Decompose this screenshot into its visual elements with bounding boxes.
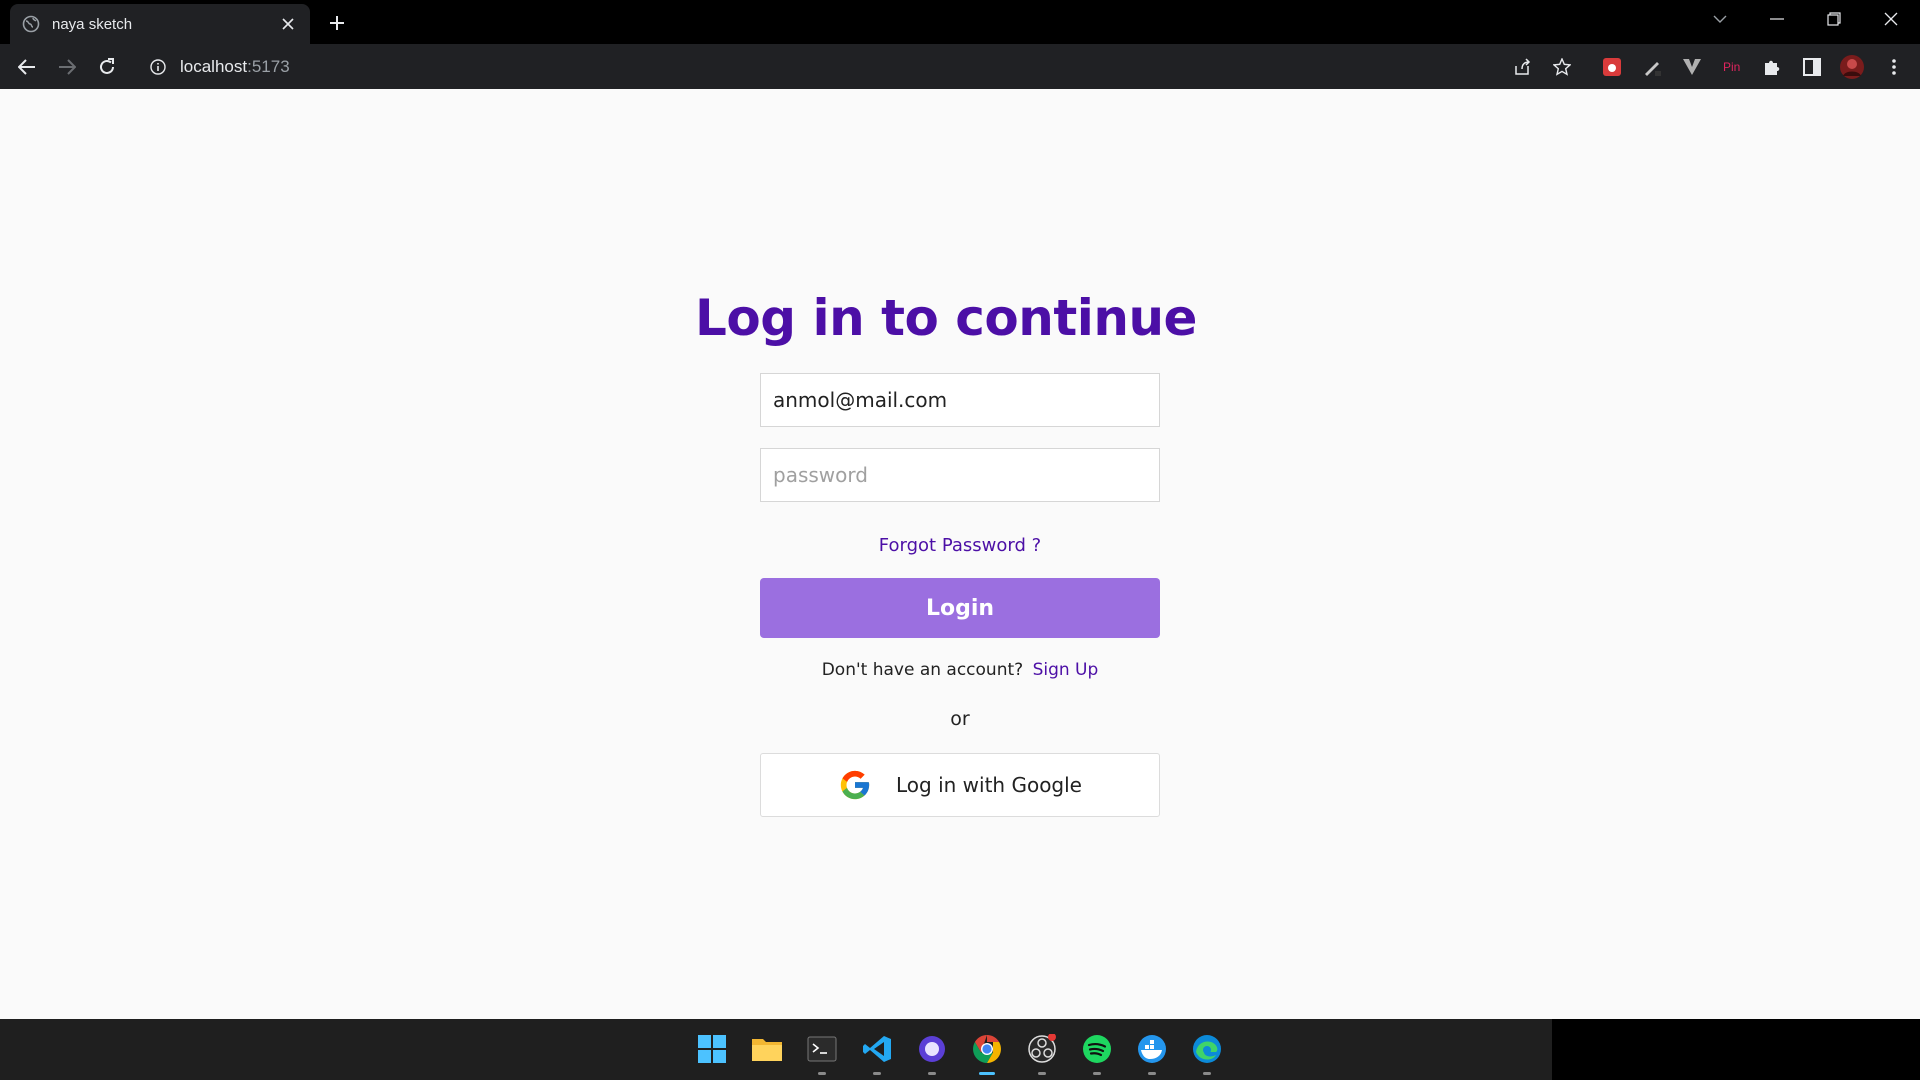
side-panel-icon[interactable] bbox=[1798, 53, 1826, 81]
address-bar[interactable]: localhost:5173 bbox=[140, 50, 1575, 83]
pen-extension-icon[interactable] bbox=[1638, 53, 1666, 81]
extension-red-icon[interactable] bbox=[1598, 53, 1626, 81]
page-viewport: Log in to continue Forgot Password ? Log… bbox=[0, 89, 1920, 1019]
pinterest-extension-icon[interactable]: Pin bbox=[1718, 53, 1746, 81]
tab-search-icon[interactable] bbox=[1705, 6, 1735, 32]
signup-prompt: Don't have an account? Sign Up bbox=[0, 660, 1920, 680]
no-account-text: Don't have an account? bbox=[821, 660, 1024, 680]
tab-title: naya sketch bbox=[52, 15, 133, 33]
password-field[interactable] bbox=[760, 448, 1160, 502]
docker-icon[interactable] bbox=[1132, 1029, 1172, 1075]
forgot-password-link[interactable]: Forgot Password ? bbox=[0, 535, 1920, 556]
puzzle-icon[interactable] bbox=[1758, 53, 1786, 81]
forward-icon[interactable] bbox=[52, 52, 82, 82]
bookmark-star-icon[interactable] bbox=[1548, 53, 1576, 81]
browser-app-icon[interactable] bbox=[912, 1029, 952, 1075]
browser-toolbar: localhost:5173 Pin bbox=[0, 44, 1920, 89]
share-icon[interactable] bbox=[1508, 53, 1536, 81]
close-window-icon[interactable] bbox=[1876, 6, 1906, 32]
new-tab-icon[interactable] bbox=[324, 10, 350, 36]
v-extension-icon[interactable] bbox=[1678, 53, 1706, 81]
restore-icon[interactable] bbox=[1819, 6, 1849, 32]
vscode-icon[interactable] bbox=[857, 1029, 897, 1075]
google-login-label: Log in with Google bbox=[896, 773, 1082, 797]
or-divider: or bbox=[950, 708, 970, 730]
reload-icon[interactable] bbox=[92, 52, 122, 82]
page-title: Log in to continue bbox=[695, 289, 1197, 347]
kebab-menu-icon[interactable] bbox=[1880, 53, 1908, 81]
minimize-icon[interactable] bbox=[1762, 6, 1792, 32]
browser-tabstrip: naya sketch bbox=[0, 0, 1920, 44]
globe-icon bbox=[22, 15, 40, 33]
site-info-icon[interactable] bbox=[150, 58, 166, 75]
signup-link[interactable]: Sign Up bbox=[1033, 660, 1099, 680]
os-taskbar bbox=[0, 1019, 1920, 1080]
chrome-icon[interactable] bbox=[967, 1029, 1007, 1075]
back-icon[interactable] bbox=[12, 52, 42, 82]
spotify-icon[interactable] bbox=[1077, 1029, 1117, 1075]
edge-icon[interactable] bbox=[1187, 1029, 1227, 1075]
obs-icon[interactable] bbox=[1022, 1029, 1062, 1075]
google-login-button[interactable]: Log in with Google bbox=[760, 753, 1160, 817]
login-button[interactable]: Login bbox=[760, 578, 1160, 638]
profile-avatar[interactable] bbox=[1838, 53, 1866, 81]
terminal-icon[interactable] bbox=[802, 1029, 842, 1075]
close-tab-icon[interactable] bbox=[278, 14, 298, 34]
file-explorer-icon[interactable] bbox=[747, 1029, 787, 1069]
svg-text:Pin: Pin bbox=[1723, 60, 1740, 74]
windows-start-icon[interactable] bbox=[692, 1029, 732, 1069]
email-field[interactable] bbox=[760, 373, 1160, 427]
url-text: localhost:5173 bbox=[180, 56, 290, 76]
google-icon bbox=[840, 770, 870, 800]
browser-tab[interactable]: naya sketch bbox=[10, 4, 310, 44]
taskbar-right-area bbox=[1552, 1019, 1920, 1080]
